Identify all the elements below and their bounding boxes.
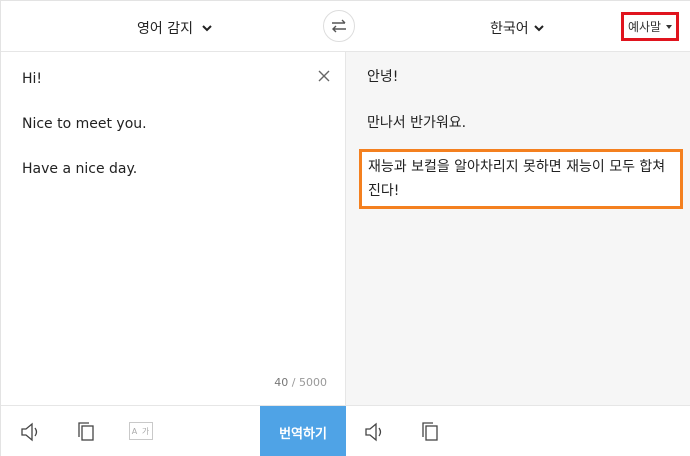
highlighted-translation: 재능과 보컬을 알아차리지 못하면 재능이 모두 합쳐진다!	[359, 149, 683, 209]
clear-text-button[interactable]	[317, 69, 331, 83]
speaker-icon	[365, 422, 382, 442]
source-text-area[interactable]: Hi! Nice to meet you. Have a nice day.	[22, 68, 147, 203]
translate-button[interactable]: 번역하기	[260, 406, 346, 456]
source-pane[interactable]: Hi! Nice to meet you. Have a nice day. 4…	[1, 52, 346, 405]
translation-pane: 안녕! 만나서 반가워요. 재능과 보컬을 알아차리지 못하면 재능이 모두 합…	[346, 52, 690, 405]
chevron-down-icon	[202, 25, 212, 32]
source-line: Nice to meet you.	[22, 116, 147, 132]
character-count: 40	[274, 376, 289, 389]
source-line: Have a nice day.	[22, 161, 138, 177]
language-bar: 영어 감지 한국어 예사말	[1, 1, 690, 52]
source-toolbar: A 가 번역하기	[1, 405, 346, 456]
listen-translation-button[interactable]	[364, 420, 388, 444]
source-line: Hi!	[22, 71, 43, 87]
character-limit: / 5000	[291, 376, 327, 389]
caret-down-icon	[666, 24, 673, 29]
translation-line: 만나서 반가워요.	[367, 115, 467, 131]
copy-source-button[interactable]	[74, 420, 98, 444]
listen-source-button[interactable]	[20, 420, 44, 444]
swap-icon	[332, 19, 346, 33]
chevron-down-icon	[533, 25, 544, 32]
honorific-label: 예사말	[627, 20, 662, 34]
copy-icon	[78, 422, 94, 441]
copy-translation-button[interactable]	[418, 420, 442, 444]
target-language-label: 한국어	[490, 21, 529, 37]
speaker-icon	[21, 422, 38, 442]
translator-app: 영어 감지 한국어 예사말 Hi! Nice to meet you. Have…	[0, 0, 690, 456]
translation-line: 안녕!	[367, 69, 399, 85]
source-language-label: 영어 감지	[137, 21, 193, 37]
copy-icon	[422, 422, 438, 441]
swap-languages-button[interactable]	[323, 10, 355, 42]
character-counter: 40 / 5000	[274, 376, 327, 389]
font-size-icon[interactable]: A 가	[129, 422, 153, 440]
source-language-select[interactable]: 영어 감지	[137, 18, 213, 38]
translation-toolbar	[346, 405, 690, 456]
target-language-select[interactable]: 한국어	[490, 18, 545, 38]
honorific-dropdown-button[interactable]: 예사말	[621, 12, 679, 41]
